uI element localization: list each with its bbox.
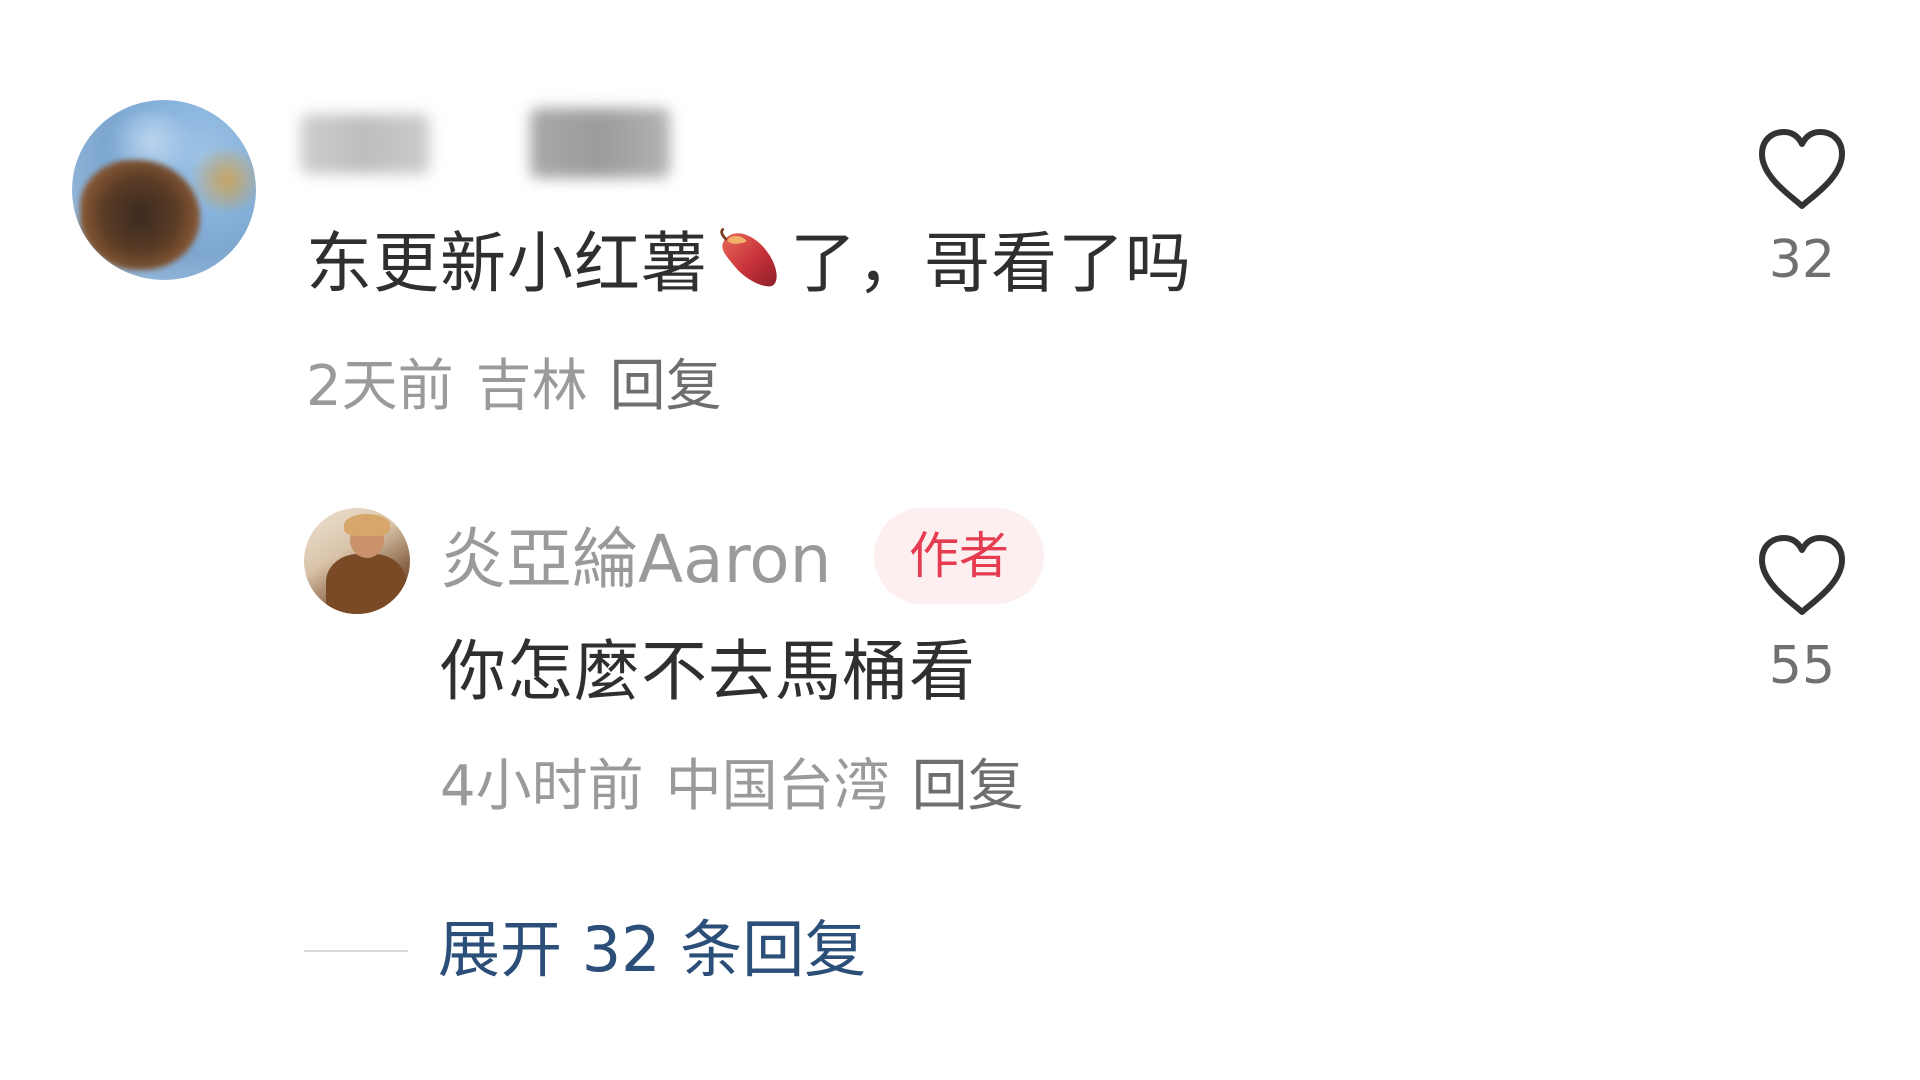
reply-button[interactable]: 回复 [912,754,1024,819]
like-button[interactable]: 55 [1752,532,1852,696]
expand-replies-row[interactable]: 展开 32 条回复 [304,910,1064,990]
reply-time: 4小时前 [440,754,644,819]
comment-item: 东更新小红薯 了，哥看了吗 2天前 吉林 回复 32 [0,0,1920,460]
redacted-username[interactable] [300,102,670,182]
redaction-blur [530,108,670,178]
avatar-image-detail [344,514,390,536]
sweet-potato-emoji-icon [720,228,777,287]
avatar-image-detail [80,160,200,270]
reply-text: 你怎麼不去馬桶看 [440,633,976,710]
reply-meta: 4小时前 中国台湾 回复 [440,752,1046,822]
heart-outline-icon[interactable] [1754,532,1850,620]
avatar-image-detail [326,554,406,614]
heart-outline-icon[interactable] [1754,126,1850,214]
comment-time: 2天前 [306,354,454,419]
comment-text: 东更新小红薯 了，哥看了吗 [306,224,1192,304]
author-badge: 作者 [874,508,1044,604]
reply-button[interactable]: 回复 [610,354,722,419]
expand-replies-button[interactable]: 展开 32 条回复 [438,910,866,990]
comment-meta: 2天前 吉林 回复 [306,352,744,422]
comment-location: 吉林 [475,354,588,419]
avatar[interactable] [72,100,256,280]
reply-location: 中国台湾 [665,754,890,819]
like-count: 55 [1768,636,1836,696]
avatar[interactable] [304,508,410,614]
divider [304,950,408,952]
like-button[interactable]: 32 [1752,126,1852,290]
comment-text-part: 了，哥看了吗 [790,225,1192,302]
like-count: 32 [1768,230,1836,290]
redaction-blur [300,114,430,174]
comment-text-part: 东更新小红薯 [306,225,708,302]
avatar-image-detail [192,150,256,210]
reply-author-name[interactable]: 炎亞綸Aaron [440,520,832,600]
